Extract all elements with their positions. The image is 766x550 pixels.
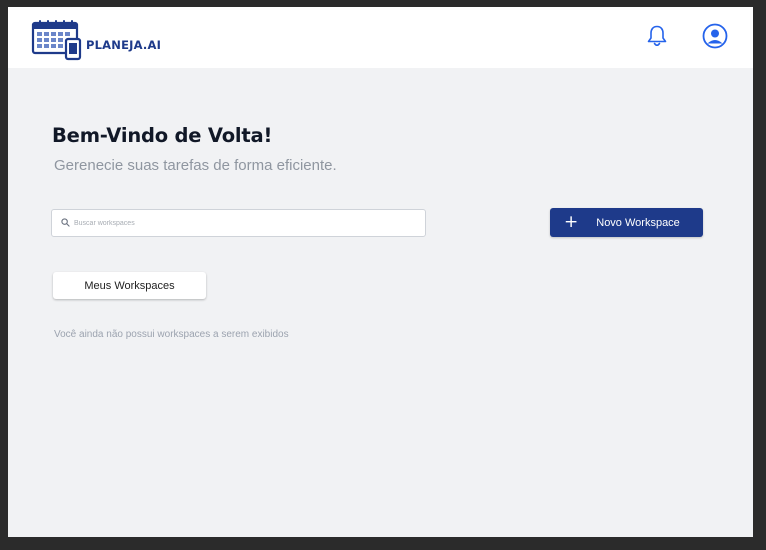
search-input[interactable]	[74, 213, 414, 233]
logo[interactable]: PLANEJA.AI	[31, 19, 161, 61]
app-window: PLANEJA.AI Bem-Vindo de Volta! Gerenecie…	[8, 7, 753, 537]
top-header: PLANEJA.AI	[8, 7, 753, 68]
subtitle: Gerenecie suas tarefas de forma eficient…	[54, 157, 337, 174]
search-box[interactable]	[51, 209, 426, 237]
search-icon	[61, 218, 70, 227]
user-circle-icon[interactable]	[702, 23, 728, 49]
empty-state-message: Você ainda não possui workspaces a serem…	[54, 329, 289, 340]
welcome-heading: Bem-Vindo de Volta!	[52, 124, 273, 147]
calendar-phone-icon	[31, 20, 82, 61]
new-workspace-label: Novo Workspace	[596, 216, 680, 229]
plus-icon: +	[564, 212, 579, 232]
brand-name: PLANEJA.AI	[86, 38, 162, 52]
new-workspace-button[interactable]: + Novo Workspace	[550, 208, 703, 237]
tab-meus-workspaces[interactable]: Meus Workspaces	[53, 272, 206, 299]
bell-icon[interactable]	[646, 24, 668, 48]
